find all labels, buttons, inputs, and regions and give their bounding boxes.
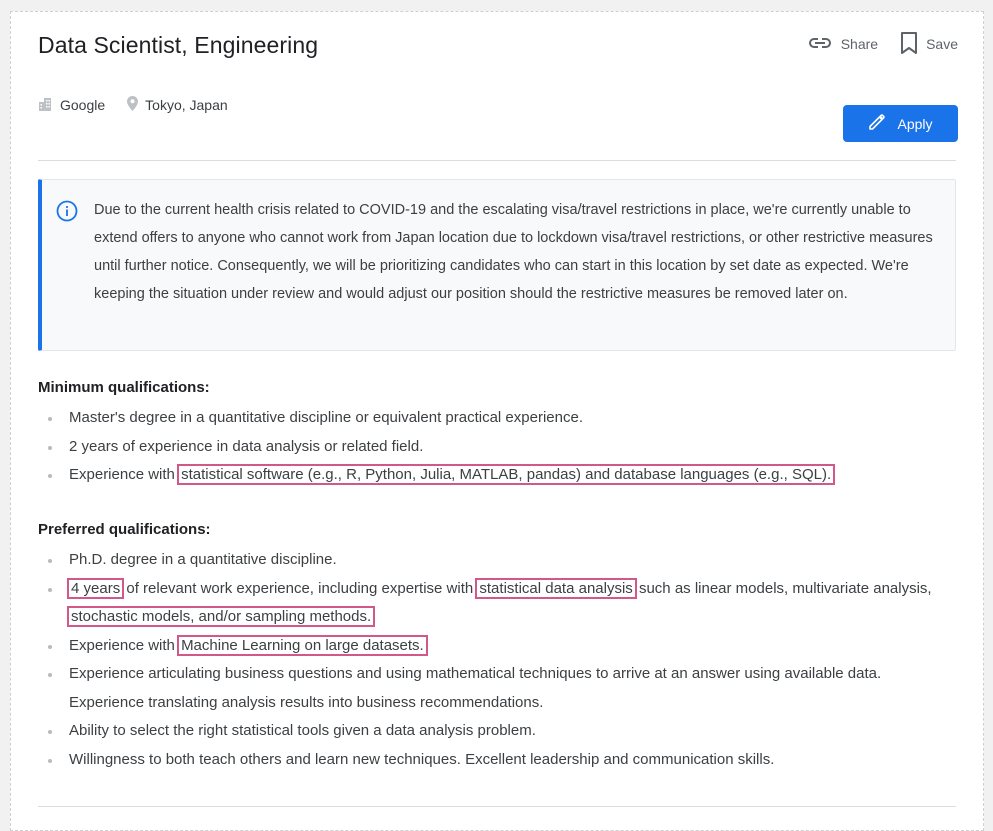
page-title: Data Scientist, Engineering	[38, 32, 319, 58]
info-icon	[56, 200, 78, 227]
preferred-qualifications-list: Ph.D. degree in a quantitative disciplin…	[38, 546, 958, 774]
preferred-qualifications-title: Preferred qualifications:	[38, 521, 211, 538]
company: Google	[38, 97, 105, 114]
company-name: Google	[60, 97, 106, 113]
item-text: Experience with	[69, 636, 180, 654]
item-text: of relevant work experience, including e…	[122, 579, 478, 597]
job-actions: Share Save	[785, 31, 958, 57]
highlighted-text: statistical software (e.g., R, Python, J…	[177, 464, 836, 485]
save-button[interactable]: Save	[900, 31, 958, 57]
item-text: Experience with	[69, 466, 180, 483]
location: Tokyo, Japan	[127, 96, 228, 114]
list-item: 2 years of experience in data analysis o…	[38, 433, 958, 462]
job-meta: Google Tokyo, Japan	[38, 96, 250, 114]
list-item: Ability to select the right statistical …	[38, 717, 958, 746]
highlighted-text: 4 years	[66, 577, 125, 599]
list-item: Master's degree in a quantitative discip…	[38, 404, 958, 433]
item-text: such as linear models, multivariate anal…	[634, 579, 932, 597]
job-header: Data Scientist, Engineering Google Tokyo…	[38, 31, 958, 172]
notice-text: Due to the current health crisis related…	[94, 202, 933, 302]
list-item: Willingness to both teach others and lea…	[38, 746, 958, 775]
share-label: Share	[840, 36, 879, 52]
link-icon	[807, 36, 841, 53]
job-card: Data Scientist, Engineering Google Tokyo…	[10, 11, 984, 831]
save-label: Save	[926, 36, 958, 52]
highlighted-text: stochastic models, and/or sampling metho…	[66, 606, 376, 627]
building-icon	[38, 97, 60, 114]
highlighted-text: statistical data analysis	[475, 577, 637, 599]
minimum-qualifications-list: Master's degree in a quantitative discip…	[38, 404, 958, 490]
list-item: Experience with statistical software (e.…	[38, 461, 958, 490]
apply-button[interactable]: Apply	[843, 105, 958, 142]
apply-label: Apply	[897, 115, 933, 132]
highlighted-text: Machine Learning on large datasets.	[177, 634, 428, 656]
list-item: Experience with Machine Learning on larg…	[38, 632, 958, 661]
pencil-icon	[868, 113, 897, 134]
list-item: 4 years of relevant work experience, inc…	[38, 575, 958, 632]
location-pin-icon	[127, 96, 145, 114]
share-button[interactable]: Share	[807, 32, 878, 56]
location-name: Tokyo, Japan	[145, 97, 228, 113]
minimum-qualifications-title: Minimum qualifications:	[38, 379, 210, 396]
bookmark-icon	[900, 31, 926, 57]
list-item: Ph.D. degree in a quantitative disciplin…	[38, 546, 958, 575]
footer-divider	[38, 806, 956, 807]
covid-notice: Due to the current health crisis related…	[38, 179, 956, 351]
header-divider	[38, 160, 956, 161]
list-item: Experience articulating business questio…	[38, 660, 958, 717]
